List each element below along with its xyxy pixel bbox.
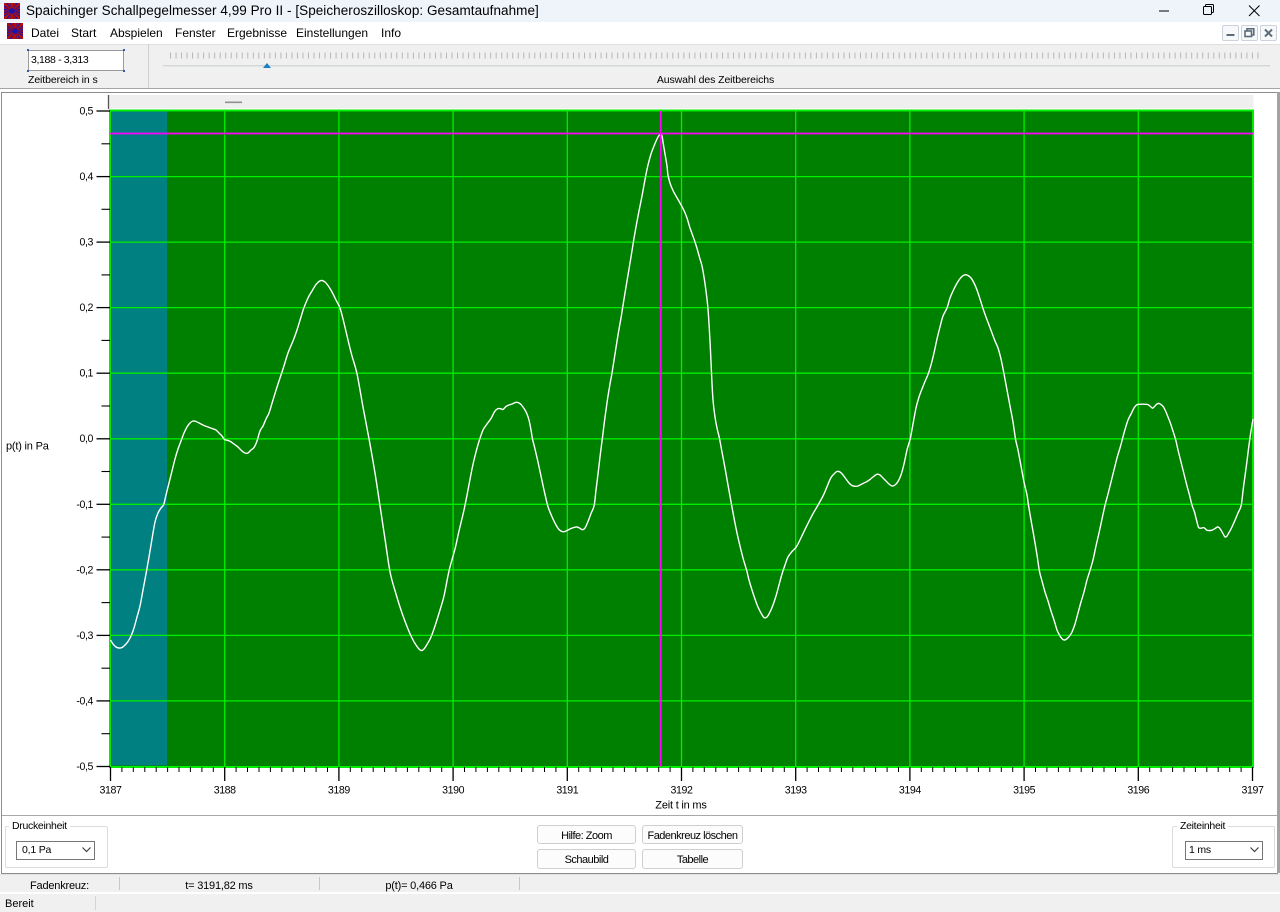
svg-text:3191: 3191 <box>556 785 578 797</box>
svg-text:3192: 3192 <box>671 785 693 797</box>
svg-text:0,0: 0,0 <box>79 433 93 445</box>
svg-text:-0,5: -0,5 <box>76 761 93 773</box>
svg-text:-0,4: -0,4 <box>76 695 93 707</box>
svg-text:p(t) in Pa: p(t) in Pa <box>6 441 50 453</box>
svg-text:3189: 3189 <box>328 785 350 797</box>
svg-text:3195: 3195 <box>1013 785 1035 797</box>
svg-text:3197: 3197 <box>1242 785 1264 797</box>
svg-text:0,2: 0,2 <box>79 302 93 314</box>
svg-text:3194: 3194 <box>899 785 921 797</box>
svg-text:0,1: 0,1 <box>79 368 93 380</box>
svg-text:0,5: 0,5 <box>79 106 93 118</box>
svg-text:-0,3: -0,3 <box>76 630 93 642</box>
svg-text:0,3: 0,3 <box>79 237 93 249</box>
svg-text:-0,2: -0,2 <box>76 564 93 576</box>
svg-text:3196: 3196 <box>1127 785 1149 797</box>
svg-text:Zeit t in ms: Zeit t in ms <box>655 800 707 812</box>
svg-text:3193: 3193 <box>785 785 807 797</box>
svg-text:0,4: 0,4 <box>79 171 93 183</box>
svg-text:3188: 3188 <box>214 785 236 797</box>
svg-text:3187: 3187 <box>100 785 122 797</box>
svg-text:-0,1: -0,1 <box>76 499 93 511</box>
svg-text:3190: 3190 <box>442 785 464 797</box>
